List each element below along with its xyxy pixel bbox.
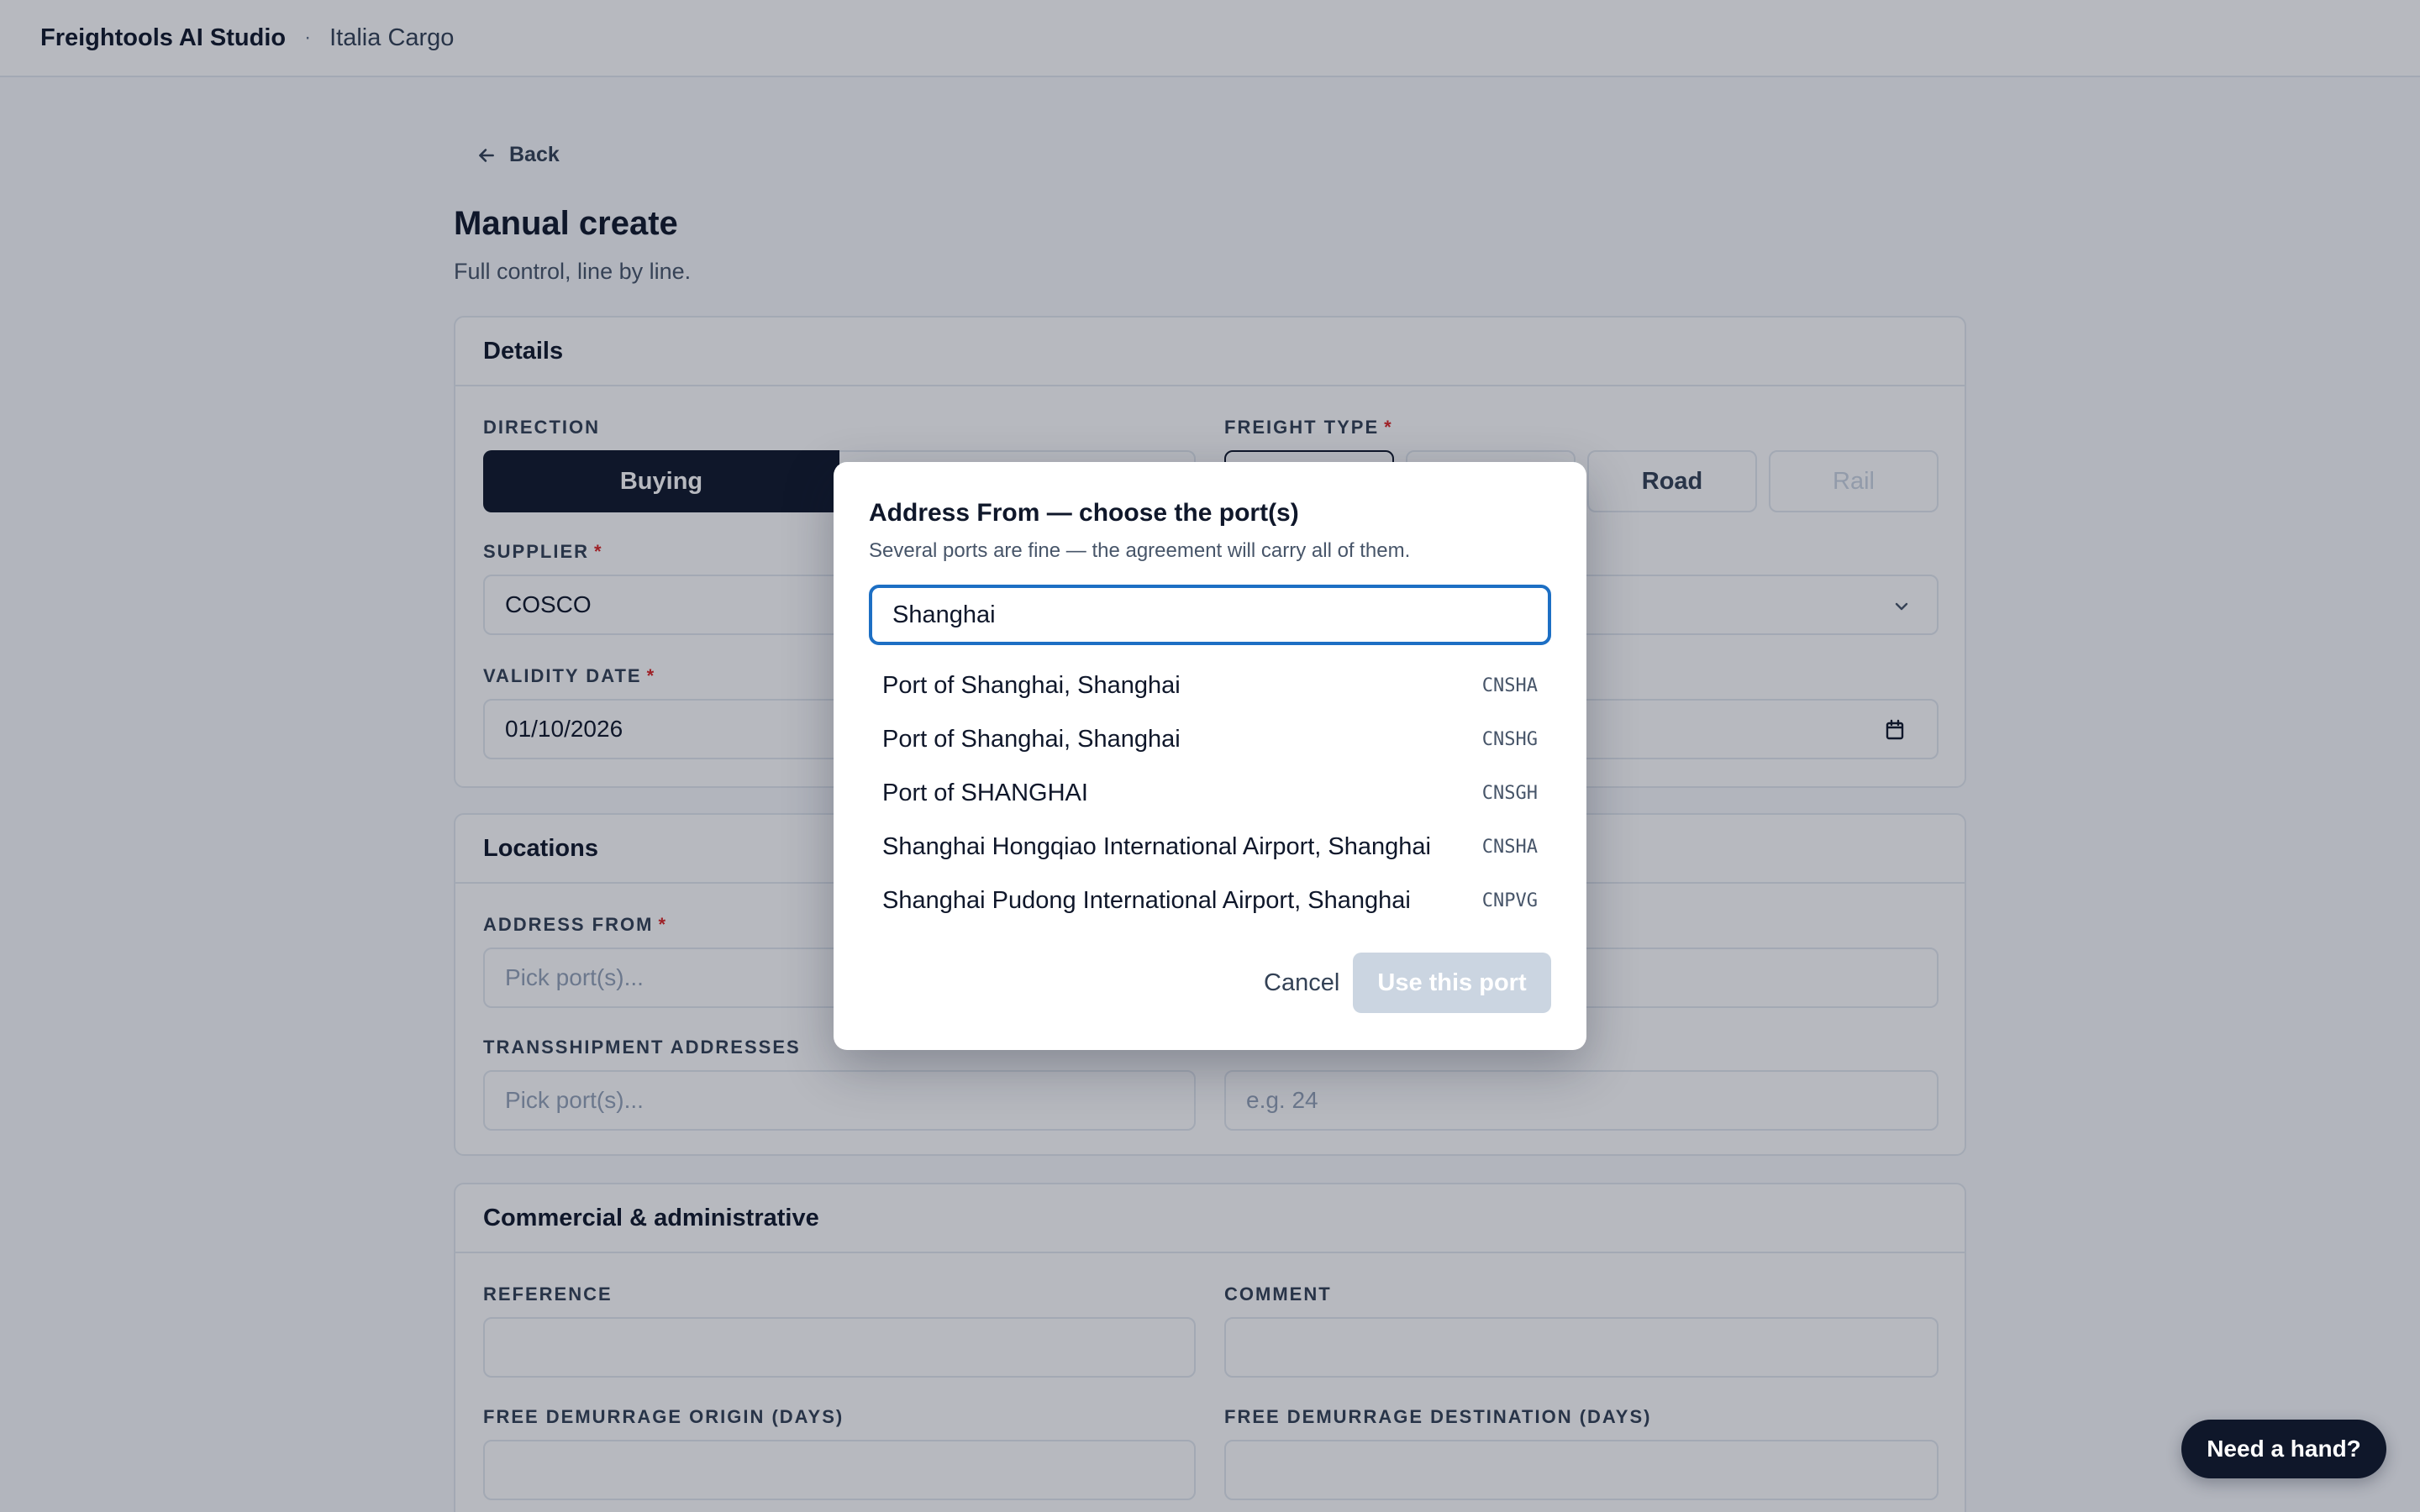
port-option-code: CNSHG [1481, 728, 1538, 750]
port-option[interactable]: Shanghai Hongqiao International Airport,… [869, 820, 1551, 874]
modal-title: Address From — choose the port(s) [869, 499, 1299, 527]
modal-subtitle: Several ports are fine — the agreement w… [869, 539, 1411, 562]
port-option-name: Port of Shanghai, Shanghai [882, 671, 1181, 699]
port-option-code: CNSHA [1481, 836, 1538, 858]
port-search-input[interactable] [869, 585, 1551, 645]
port-option[interactable]: Port of Shanghai, Shanghai CNSHG [869, 712, 1551, 766]
need-a-hand-button[interactable]: Need a hand? [2181, 1420, 2386, 1478]
port-option[interactable]: Port of Shanghai, Shanghai CNSHA [869, 659, 1551, 712]
port-option-name: Shanghai Hongqiao International Airport,… [882, 832, 1431, 860]
port-option[interactable]: Port of SHANGHAI CNSGH [869, 766, 1551, 820]
port-option-name: Port of SHANGHAI [882, 779, 1088, 806]
port-option-code: CNPVG [1481, 890, 1538, 911]
use-this-port-button[interactable]: Use this port [1353, 953, 1551, 1013]
port-option-name: Shanghai Pudong International Airport, S… [882, 886, 1411, 914]
port-option-code: CNSHA [1481, 675, 1538, 696]
port-option-name: Port of Shanghai, Shanghai [882, 725, 1181, 753]
port-option-code: CNSGH [1481, 782, 1538, 804]
cancel-button[interactable]: Cancel [1250, 953, 1353, 1013]
port-option[interactable]: Shanghai Pudong International Airport, S… [869, 874, 1551, 927]
port-picker-modal: Address From — choose the port(s) Severa… [834, 462, 1586, 1050]
